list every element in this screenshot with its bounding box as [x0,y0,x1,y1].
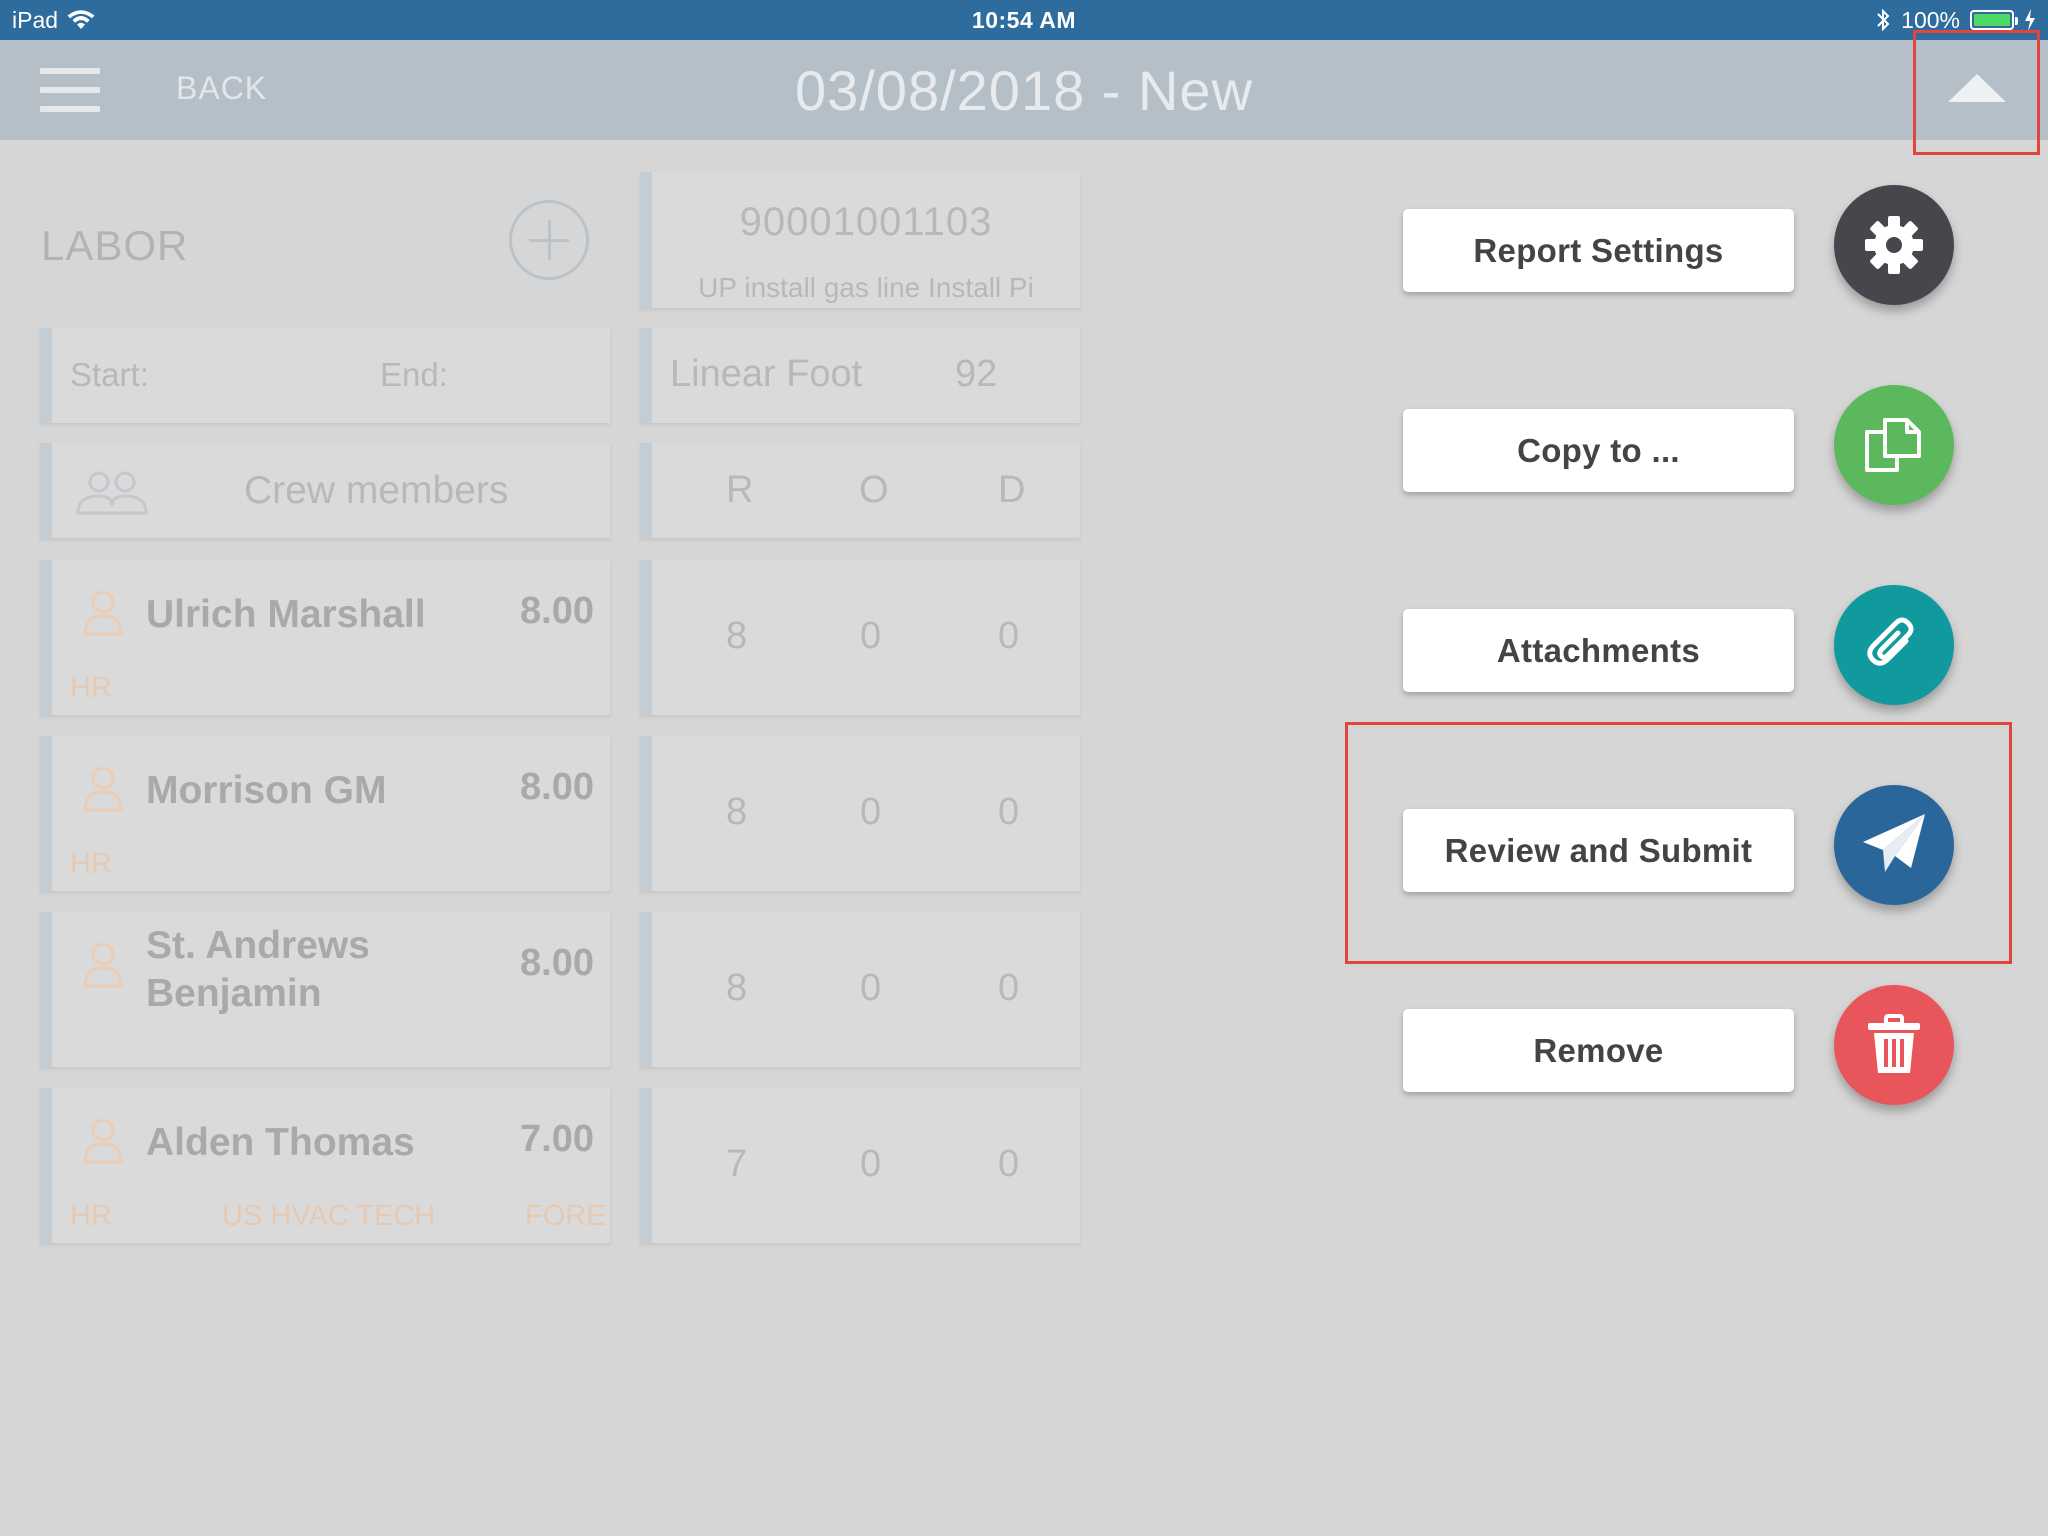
charging-icon [2025,9,2035,31]
attachments-fab[interactable] [1834,585,1954,705]
person-icon [83,766,123,812]
column-r: R [726,469,754,511]
column-o: O [859,469,889,511]
quantity-card[interactable]: Linear Foot 92 [640,328,1080,423]
crew-members-card[interactable]: Crew members [40,443,610,538]
trash-icon [1868,1014,1920,1073]
add-labor-button[interactable] [509,200,589,280]
job-description: UP install gas line Install Pi [698,272,1034,303]
gear-icon [1865,216,1923,274]
member-hours-card[interactable]: 8 0 0 [640,912,1080,1067]
hours-r: 8 [726,791,748,833]
copy-to-button[interactable]: Copy to ... [1403,409,1794,492]
hours-r: 8 [726,967,748,1009]
hours-o: 0 [860,615,882,657]
member-pay-type: HR [70,848,112,880]
member-hours: 8.00 [520,766,594,808]
job-number: 90001001103 [739,200,993,244]
hours-d: 0 [998,967,1020,1009]
member-hours-card[interactable]: 7 0 0 [640,1088,1080,1243]
member-name: Alden Thomas [146,1121,415,1164]
crew-member-card[interactable]: Alden Thomas 7.00 HR US HVAC TECH FORE [40,1088,610,1243]
end-label: End: [380,356,448,393]
hours-o: 0 [860,967,882,1009]
crew-member-card[interactable]: St. Andrews Benjamin 8.00 [40,912,610,1067]
status-bar: iPad 10:54 AM 100% [0,0,2048,40]
highlight-box-review [1345,722,2012,964]
member-hours-card[interactable]: 8 0 0 [640,560,1080,715]
status-time: 10:54 AM [971,7,1077,33]
quantity-value: 92 [955,353,998,395]
quantity-unit: Linear Foot [670,353,863,395]
member-trade: US HVAC TECH [222,1200,436,1232]
time-range-card[interactable]: Start: End: [40,328,610,423]
battery-icon [1970,10,2018,30]
crew-member-card[interactable]: Morrison GM 8.00 HR [40,736,610,891]
app-header: BACK 03/08/2018 - New [0,40,2048,140]
crew-member-card[interactable]: Ulrich Marshall 8.00 HR [40,560,610,715]
member-pay-type: HR [70,672,112,704]
copy-icon [1865,418,1921,472]
hours-o: 0 [860,791,882,833]
member-name: Ulrich Marshall [146,593,426,636]
hours-d: 0 [998,1143,1020,1185]
remove-fab[interactable] [1834,985,1954,1105]
column-d: D [998,469,1026,511]
person-icon [83,1118,123,1164]
paperclip-icon [1867,617,1914,666]
hours-d: 0 [998,615,1020,657]
member-hours: 8.00 [520,590,594,632]
bluetooth-icon [1877,8,1890,32]
member-name: Morrison GM [146,769,387,812]
hours-o: 0 [860,1143,882,1185]
report-settings-button[interactable]: Report Settings [1403,209,1794,292]
crew-members-label: Crew members [244,469,509,512]
crew-icon [76,471,148,515]
hours-d: 0 [998,791,1020,833]
labor-section-title: LABOR [41,222,189,269]
hours-r: 7 [726,1143,748,1185]
job-card[interactable]: 90001001103 UP install gas line Install … [640,172,1080,308]
page-title: 03/08/2018 - New [794,59,1254,122]
rod-header-card: R O D [640,443,1080,538]
member-hours-card[interactable]: 8 0 0 [640,736,1080,891]
member-hours: 8.00 [520,942,594,984]
member-pay-type: HR [70,1200,112,1232]
attachments-button[interactable]: Attachments [1403,609,1794,692]
highlight-box-collapse [1913,30,2040,155]
start-label: Start: [70,356,149,393]
report-settings-fab[interactable] [1834,185,1954,305]
copy-to-fab[interactable] [1834,385,1954,505]
hours-r: 8 [726,615,748,657]
person-icon [83,590,123,636]
member-hours: 7.00 [520,1118,594,1160]
person-icon [83,942,123,988]
member-role: FORE [525,1200,606,1232]
remove-button[interactable]: Remove [1403,1009,1794,1092]
member-name: St. Andrews Benjamin [146,924,370,1015]
